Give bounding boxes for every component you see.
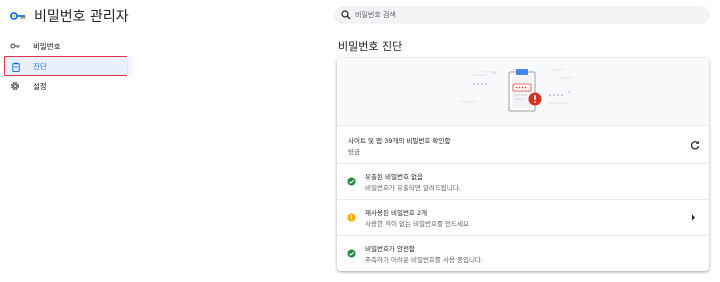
sidebar-item-passwords[interactable]: 비밀번호: [0, 36, 135, 56]
search-input[interactable]: [351, 11, 695, 19]
clipboard-illustration-icon: [460, 69, 574, 112]
check-title: 재사용된 비밀번호 2개: [365, 209, 428, 217]
reused-passwords-row[interactable]: 재사용된 비밀번호 2개 사용한 적이 없는 비밀번호를 만드세요.: [337, 199, 709, 235]
weak-passwords-row: 비밀번호가 안전함 추측하기 어려운 비밀번호를 사용 중입니다.: [337, 235, 709, 271]
chevron-right-icon[interactable]: [689, 213, 697, 222]
checkup-card: 사이트 및 앱 39개의 비밀번호 확인함 방금 유출된 비밀번호 없음 비밀번…: [337, 58, 709, 271]
key-icon: [10, 43, 20, 49]
sidebar-item-label: 설정: [33, 81, 47, 91]
compromised-passwords-row: 유출된 비밀번호 없음 비밀번호가 유출되면 알려드립니다.: [337, 163, 709, 199]
refresh-icon[interactable]: [690, 140, 700, 150]
check-subtitle: 비밀번호가 유출되면 알려드립니다.: [365, 184, 461, 192]
sidebar-item-label: 진단: [33, 61, 47, 71]
check-title: 유출된 비밀번호 없음: [365, 173, 423, 181]
app-header: 비밀번호 관리자: [10, 6, 129, 26]
app-title: 비밀번호 관리자: [34, 9, 129, 25]
green-check-icon: [347, 249, 356, 258]
green-check-icon: [347, 177, 356, 186]
checkup-status-time: 방금: [348, 148, 360, 156]
sidebar: 비밀번호 진단 설정: [0, 36, 135, 96]
checkup-illustration: [337, 58, 709, 125]
search-icon: [341, 10, 351, 20]
checkup-clipboard-icon: [12, 62, 20, 72]
checkup-status-title: 사이트 및 앱 39개의 비밀번호 확인함: [348, 137, 451, 145]
gear-icon: [10, 81, 20, 91]
sidebar-item-checkup[interactable]: 진단: [4, 55, 135, 76]
check-title: 비밀번호가 안전함: [365, 245, 415, 253]
password-manager-logo-icon: [10, 12, 25, 20]
sidebar-item-label: 비밀번호: [33, 41, 61, 51]
check-subtitle: 추측하기 어려운 비밀번호를 사용 중입니다.: [365, 256, 483, 264]
check-subtitle: 사용한 적이 없는 비밀번호를 만드세요.: [365, 220, 472, 228]
search-bar[interactable]: [334, 6, 710, 24]
page-title: 비밀번호 진단: [338, 40, 403, 53]
sidebar-item-settings[interactable]: 설정: [0, 76, 135, 96]
checkup-status: 사이트 및 앱 39개의 비밀번호 확인함 방금: [337, 125, 709, 163]
warning-icon: [347, 213, 356, 222]
